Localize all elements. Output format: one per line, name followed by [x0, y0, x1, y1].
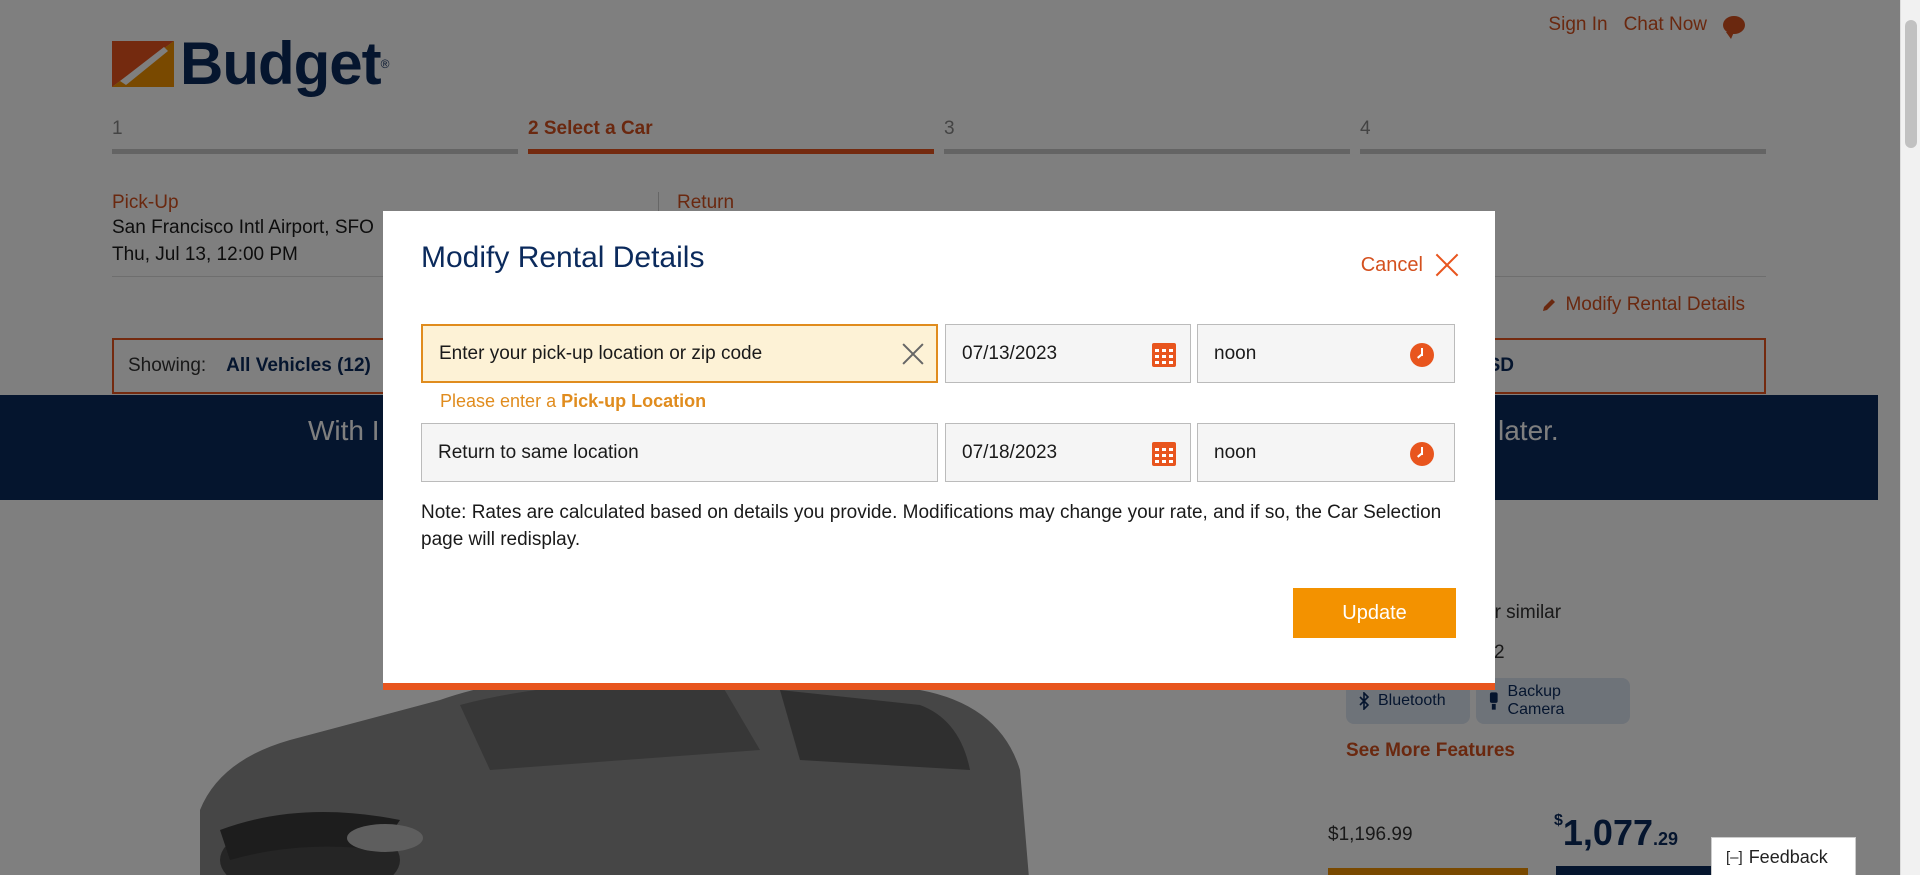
return-location-input[interactable]: Return to same location [421, 423, 938, 482]
pickup-date-input[interactable]: 07/13/2023 [945, 324, 1191, 383]
feedback-label: Feedback [1748, 846, 1828, 867]
return-time-value: noon [1214, 441, 1257, 463]
pickup-location-error: Please enter a Pick-up Location [440, 391, 706, 412]
modal-title: Modify Rental Details [421, 241, 705, 274]
return-time-select[interactable]: noon [1197, 423, 1455, 482]
return-date-value: 07/18/2023 [962, 441, 1058, 463]
pickup-date-value: 07/13/2023 [962, 342, 1058, 364]
feedback-toggle[interactable]: [–] [1726, 849, 1743, 866]
cancel-button[interactable]: Cancel [1361, 253, 1459, 277]
modify-rental-modal: Modify Rental Details Cancel Enter your … [383, 211, 1495, 690]
error-field-name: Pick-up Location [561, 391, 707, 411]
calendar-icon[interactable] [1152, 343, 1176, 367]
clock-icon[interactable] [1410, 442, 1434, 466]
pickup-location-input[interactable]: Enter your pick-up location or zip code [421, 324, 938, 383]
return-date-input[interactable]: 07/18/2023 [945, 423, 1191, 482]
close-icon[interactable] [1435, 253, 1459, 277]
clock-icon[interactable] [1410, 343, 1434, 367]
cancel-label: Cancel [1360, 253, 1423, 276]
pickup-location-placeholder: Enter your pick-up location or zip code [439, 342, 763, 364]
calendar-icon[interactable] [1152, 442, 1176, 466]
pickup-time-select[interactable]: noon [1197, 324, 1455, 383]
return-location-value: Return to same location [438, 441, 639, 463]
feedback-tab[interactable]: [–] Feedback [1711, 837, 1856, 875]
update-button[interactable]: Update [1293, 588, 1456, 638]
page-scrollbar[interactable] [1900, 0, 1920, 875]
error-prefix: Please enter a [440, 391, 562, 411]
pickup-time-value: noon [1214, 342, 1257, 364]
scrollbar-thumb[interactable] [1905, 20, 1917, 148]
rates-note: Note: Rates are calculated based on deta… [421, 502, 1442, 550]
clear-icon[interactable] [902, 343, 924, 365]
